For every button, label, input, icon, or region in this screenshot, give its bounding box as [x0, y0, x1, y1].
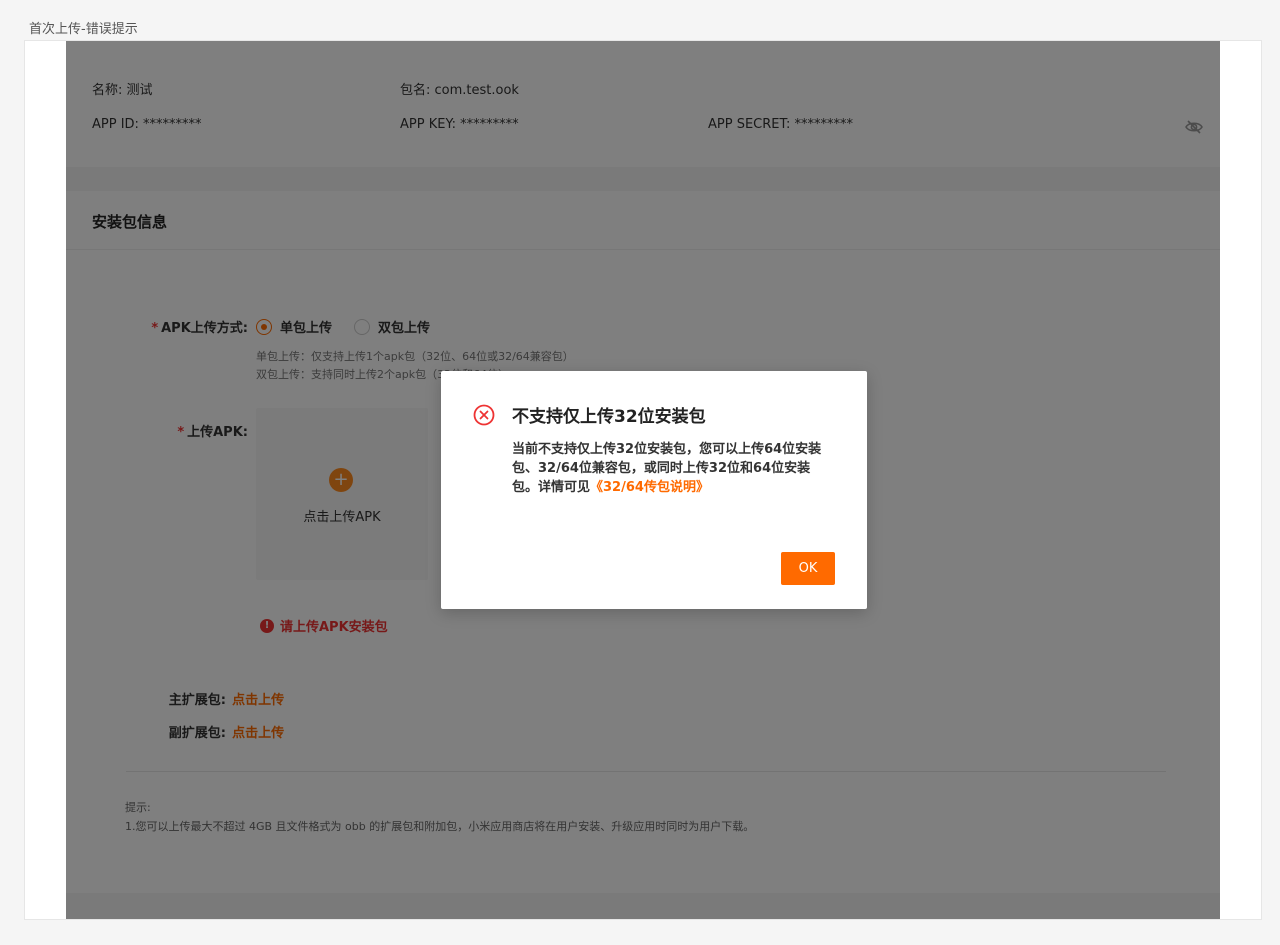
page-label: 首次上传-错误提示	[29, 22, 138, 37]
error-circle-icon	[473, 404, 495, 426]
dialog-help-link[interactable]: 《32/64传包说明》	[590, 480, 709, 495]
error-dialog: 不支持仅上传32位安装包 当前不支持仅上传32位安装包，您可以上传64位安装包、…	[441, 371, 867, 609]
dialog-title: 不支持仅上传32位安装包	[512, 407, 706, 427]
dialog-body: 当前不支持仅上传32位安装包，您可以上传64位安装包、32/64位兼容包，或同时…	[512, 440, 824, 497]
ok-button[interactable]: OK	[781, 552, 835, 585]
